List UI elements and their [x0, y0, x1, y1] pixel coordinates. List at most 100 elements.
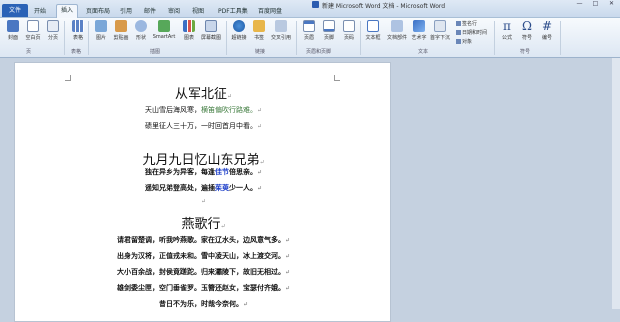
cover-icon — [7, 20, 19, 32]
margin-corner — [65, 75, 71, 81]
screenshot-button[interactable]: 屏幕截图 — [198, 20, 224, 46]
poem3-line2[interactable]: 出身为汉将，正值戎未和。雪中凌天山，冰上渡交河。↵ — [15, 251, 392, 261]
page-number-icon — [343, 20, 355, 32]
tab-review[interactable]: 审阅 — [168, 6, 180, 15]
poem3-line5[interactable]: 昔日不为乐，时哉今奈何。↵ — [15, 299, 392, 309]
group-label-header-footer: 页眉和页脚 — [306, 49, 332, 55]
poem1-title[interactable]: 从军北征↵ — [15, 83, 392, 102]
smartart-icon — [158, 20, 170, 32]
file-tab[interactable]: 文件 — [2, 4, 28, 17]
group-label-links: 链接 — [255, 49, 266, 55]
group-divider — [494, 21, 495, 55]
tab-page-layout[interactable]: 页面布局 — [86, 6, 110, 15]
group-divider — [360, 21, 361, 55]
object-icon — [456, 39, 461, 44]
tab-pdf-tools[interactable]: PDF工具集 — [218, 6, 248, 15]
shapes-button[interactable]: 形状 — [130, 20, 152, 46]
group-divider — [88, 21, 89, 55]
chart-icon — [183, 20, 195, 32]
footer-icon — [323, 20, 335, 32]
datetime-button[interactable]: 日期和时间 — [456, 29, 487, 36]
group-label-text: 文本 — [418, 49, 429, 55]
bookmark-icon — [253, 20, 265, 32]
textbox-button[interactable]: 文本框 — [362, 20, 384, 46]
word-icon — [312, 1, 319, 8]
group-label-pages: 页 — [26, 49, 32, 55]
page-number-button[interactable]: 页码 — [338, 20, 360, 46]
picture-icon — [95, 20, 107, 32]
symbol-button[interactable]: Ω 符号 — [516, 20, 538, 46]
object-button[interactable]: 对象 — [456, 38, 472, 45]
tab-insert[interactable]: 插入 — [56, 4, 79, 18]
header-icon — [303, 20, 315, 32]
bookmark-button[interactable]: 书签 — [248, 20, 270, 46]
poem3-line3[interactable]: 大小百余战，封侯竟蹉跎。归来灞陵下，故旧无相过。↵ — [15, 267, 392, 277]
poem2-line2[interactable]: 遥知兄弟登高处，遍插茱萸少一人。↵ — [15, 183, 392, 193]
poem2-title[interactable]: 九月九日忆山东兄弟↵ — [15, 149, 392, 168]
tab-mailings[interactable]: 邮件 — [144, 6, 156, 15]
screenshot-icon — [205, 20, 217, 32]
quick-parts-button[interactable]: 文档部件 — [384, 20, 410, 46]
group-label-tables: 表格 — [71, 49, 82, 55]
number-button[interactable]: # 编号 — [536, 20, 558, 46]
footer-button[interactable]: 页脚 — [318, 20, 340, 46]
page-icon — [27, 20, 39, 32]
tab-baidu-netdisk[interactable]: 百度网盘 — [258, 6, 282, 15]
poem3-title[interactable]: 燕歌行↵ — [15, 213, 392, 232]
tab-view[interactable]: 视图 — [192, 6, 204, 15]
empty-paragraph[interactable]: ↵ — [15, 197, 392, 205]
margin-corner — [334, 75, 340, 81]
smartart-button[interactable]: SmartArt — [150, 20, 178, 46]
group-divider — [226, 21, 227, 55]
minimize-button[interactable]: — — [572, 0, 587, 8]
cross-reference-button[interactable]: 交叉引用 — [268, 20, 294, 46]
equation-button[interactable]: π 公式 — [496, 20, 518, 46]
number-sign-icon: # — [541, 19, 553, 33]
ribbon: 封面 空白页 分页 页 表格 表格 图片 剪贴画 形状 SmartArt 图表 … — [0, 18, 620, 58]
chart-button[interactable]: 图表 — [178, 20, 200, 46]
signature-icon — [456, 21, 461, 26]
maximize-button[interactable]: □ — [588, 0, 603, 8]
pi-icon: π — [503, 19, 511, 33]
cover-button[interactable]: 封面 — [2, 20, 24, 46]
cross-reference-icon — [275, 20, 287, 32]
shapes-icon — [135, 20, 147, 32]
hyperlink-button[interactable]: 超链接 — [228, 20, 250, 46]
group-divider — [296, 21, 297, 55]
document-area[interactable]: 从军北征↵ 天山雪后海风寒，横笛偏吹行路难。↵ 碛里征人三十万，一时回首月中看。… — [0, 58, 620, 322]
calendar-icon — [456, 30, 461, 35]
globe-icon — [233, 20, 245, 32]
close-button[interactable]: ✕ — [604, 0, 619, 8]
header-button[interactable]: 页眉 — [298, 20, 320, 46]
table-button[interactable]: 表格 — [67, 20, 89, 46]
group-label-symbols: 符号 — [520, 49, 531, 55]
group-label-illustrations: 插图 — [150, 49, 161, 55]
signature-line-button[interactable]: 签名行 — [456, 20, 477, 27]
blank-page-button[interactable]: 空白页 — [22, 20, 44, 46]
poem1-line1[interactable]: 天山雪后海风寒，横笛偏吹行路难。↵ — [15, 105, 392, 115]
dropcap-icon — [434, 20, 446, 32]
page-break-button[interactable]: 分页 — [42, 20, 64, 46]
wordart-icon — [413, 20, 425, 32]
textbox-icon — [367, 20, 379, 32]
page-break-icon — [47, 20, 59, 32]
poem3-line1[interactable]: 请君留楚调，听我吟燕歌。家在辽水头，边风意气多。↵ — [15, 235, 392, 245]
table-icon — [72, 20, 84, 32]
window-title: 新建 Microsoft Word 文档 - Microsoft Word — [322, 3, 446, 10]
tab-home[interactable]: 开始 — [34, 6, 46, 15]
picture-button[interactable]: 图片 — [90, 20, 112, 46]
document-page[interactable]: 从军北征↵ 天山雪后海风寒，横笛偏吹行路难。↵ 碛里征人三十万，一时回首月中看。… — [14, 62, 391, 322]
tab-references[interactable]: 引用 — [120, 6, 132, 15]
clipart-icon — [115, 20, 127, 32]
wordart-button[interactable]: 艺术字 — [408, 20, 430, 46]
group-divider — [560, 21, 561, 55]
quick-parts-icon — [391, 20, 403, 32]
poem3-line4[interactable]: 雄剑委尘匣，空门垂雀罗。玉簪还赵女，宝瑟付齐娥。↵ — [15, 283, 392, 293]
dropcap-button[interactable]: 首字下沉 — [428, 20, 452, 46]
poem2-line1[interactable]: 独在异乡为异客，每逢佳节倍思亲。↵ — [15, 167, 392, 177]
vertical-scrollbar[interactable] — [612, 58, 620, 309]
title-bar: 文件 开始 插入 页面布局 引用 邮件 审阅 视图 PDF工具集 百度网盘 新建… — [0, 0, 620, 18]
group-divider — [64, 21, 65, 55]
clipart-button[interactable]: 剪贴画 — [110, 20, 132, 46]
poem1-line2[interactable]: 碛里征人三十万，一时回首月中看。↵ — [15, 121, 392, 131]
